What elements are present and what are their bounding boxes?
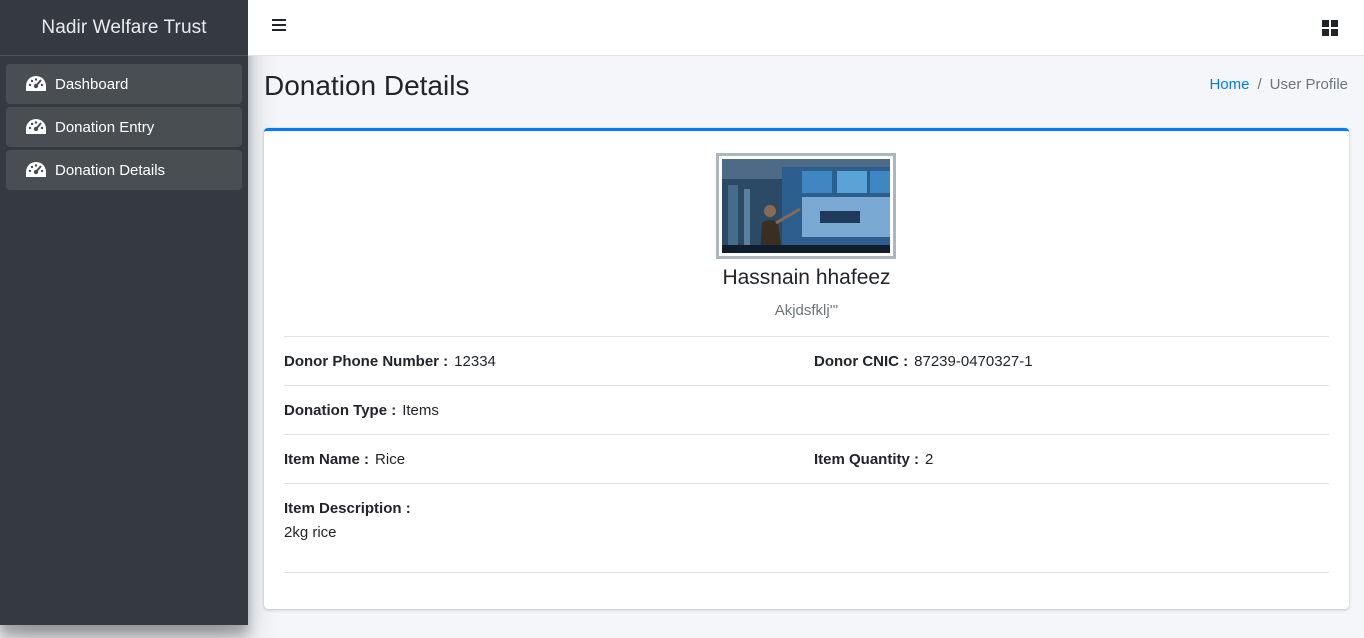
divider: [284, 336, 1329, 337]
item-name-field: Item Name : Rice: [284, 451, 405, 468]
donor-name: Hassnain hhafeez: [722, 266, 891, 289]
tachometer-icon: [25, 118, 47, 136]
item-quantity-label: Item Quantity :: [814, 451, 920, 468]
tachometer-icon: [25, 161, 47, 179]
hamburger-icon[interactable]: [272, 19, 286, 35]
details-row-description: Item Description : 2kg rice: [284, 500, 1329, 541]
breadcrumb-home-link[interactable]: Home: [1209, 76, 1249, 93]
donation-type-value: Items: [402, 402, 439, 419]
donor-subtitle: Akjdsfklj''': [774, 302, 839, 319]
donation-card: Hassnain hhafeez Akjdsfklj''' Donor Phon…: [264, 128, 1349, 609]
cnic-label: Donor CNIC :: [814, 353, 909, 370]
item-name-label: Item Name :: [284, 451, 370, 468]
top-navbar: [248, 0, 1364, 56]
page-title: Donation Details: [264, 70, 470, 101]
brand-logo-text[interactable]: Nadir Welfare Trust: [0, 0, 248, 56]
breadcrumb: Home / User Profile: [1209, 76, 1348, 93]
donation-type-field: Donation Type : Items: [284, 402, 439, 419]
donation-type-label: Donation Type :: [284, 402, 397, 419]
breadcrumb-separator: /: [1257, 76, 1262, 93]
sidebar-item-donation-entry[interactable]: Donation Entry: [6, 107, 242, 147]
item-quantity-field: Item Quantity : 2: [814, 451, 933, 468]
phone-field: Donor Phone Number : 12334: [284, 353, 496, 370]
divider: [284, 572, 1329, 573]
sidebar-item-label: Dashboard: [55, 75, 129, 93]
item-quantity-value: 2: [925, 451, 934, 468]
item-name-value: Rice: [375, 451, 406, 468]
breadcrumb-current: User Profile: [1269, 76, 1348, 93]
grid-icon[interactable]: [1322, 20, 1338, 36]
divider: [284, 434, 1329, 435]
sidebar-item-label: Donation Entry: [55, 118, 155, 136]
tachometer-icon: [25, 75, 47, 93]
sidebar-item-dashboard[interactable]: Dashboard: [6, 64, 242, 104]
cnic-field: Donor CNIC : 87239-0470327-1: [814, 353, 1033, 370]
item-description-label: Item Description :: [284, 500, 411, 517]
sidebar-item-label: Donation Details: [55, 161, 166, 179]
phone-value: 12334: [454, 353, 496, 370]
divider: [284, 385, 1329, 386]
sidebar-item-donation-details[interactable]: Donation Details: [6, 150, 242, 190]
divider: [284, 483, 1329, 484]
sidebar: Nadir Welfare Trust Dashboard Donation E…: [0, 0, 248, 625]
donor-photo: [716, 153, 896, 259]
item-description-value: 2kg rice: [284, 524, 337, 541]
cnic-value: 87239-0470327-1: [914, 353, 1033, 370]
sidebar-nav: Dashboard Donation Entry Donation Detail…: [0, 56, 248, 201]
phone-label: Donor Phone Number :: [284, 353, 449, 370]
